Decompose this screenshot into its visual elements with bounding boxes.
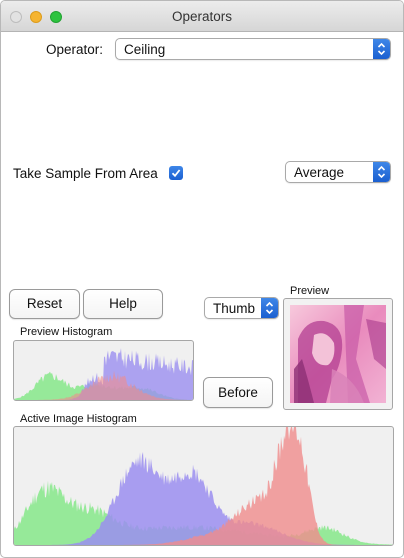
preview-label: Preview [290,285,330,297]
view-mode-value: Thumb [213,301,256,316]
operator-select-value: Ceiling [124,42,166,57]
take-sample-label: Take Sample From Area [13,166,158,181]
view-mode-select[interactable]: Thumb [204,297,279,319]
before-button[interactable]: Before [203,377,273,408]
operators-window: Operators Operator: Ceiling Take Sample … [0,0,404,558]
active-histogram-label: Active Image Histogram [20,413,137,425]
window-title: Operators [171,9,233,24]
operator-select[interactable]: Ceiling [115,38,391,60]
reset-button[interactable]: Reset [9,289,80,319]
preview-image [290,305,386,403]
preview-frame [283,298,393,410]
select-arrows-icon [261,298,278,318]
select-arrows-icon [373,39,390,59]
sample-mode-select[interactable]: Average [285,161,391,183]
preview-histogram-panel [13,340,194,401]
operator-label: Operator: [46,42,104,57]
active-histogram-panel [13,426,394,546]
take-sample-checkbox[interactable] [169,166,183,180]
select-arrows-icon [373,162,390,182]
sample-mode-value: Average [294,165,345,180]
title-bar: Operators [1,1,403,32]
help-button[interactable]: Help [83,289,163,319]
preview-histogram-graph [14,348,193,400]
preview-histogram-label: Preview Histogram [20,326,113,338]
active-histogram-graph [14,427,393,545]
checkmark-icon [171,169,181,178]
